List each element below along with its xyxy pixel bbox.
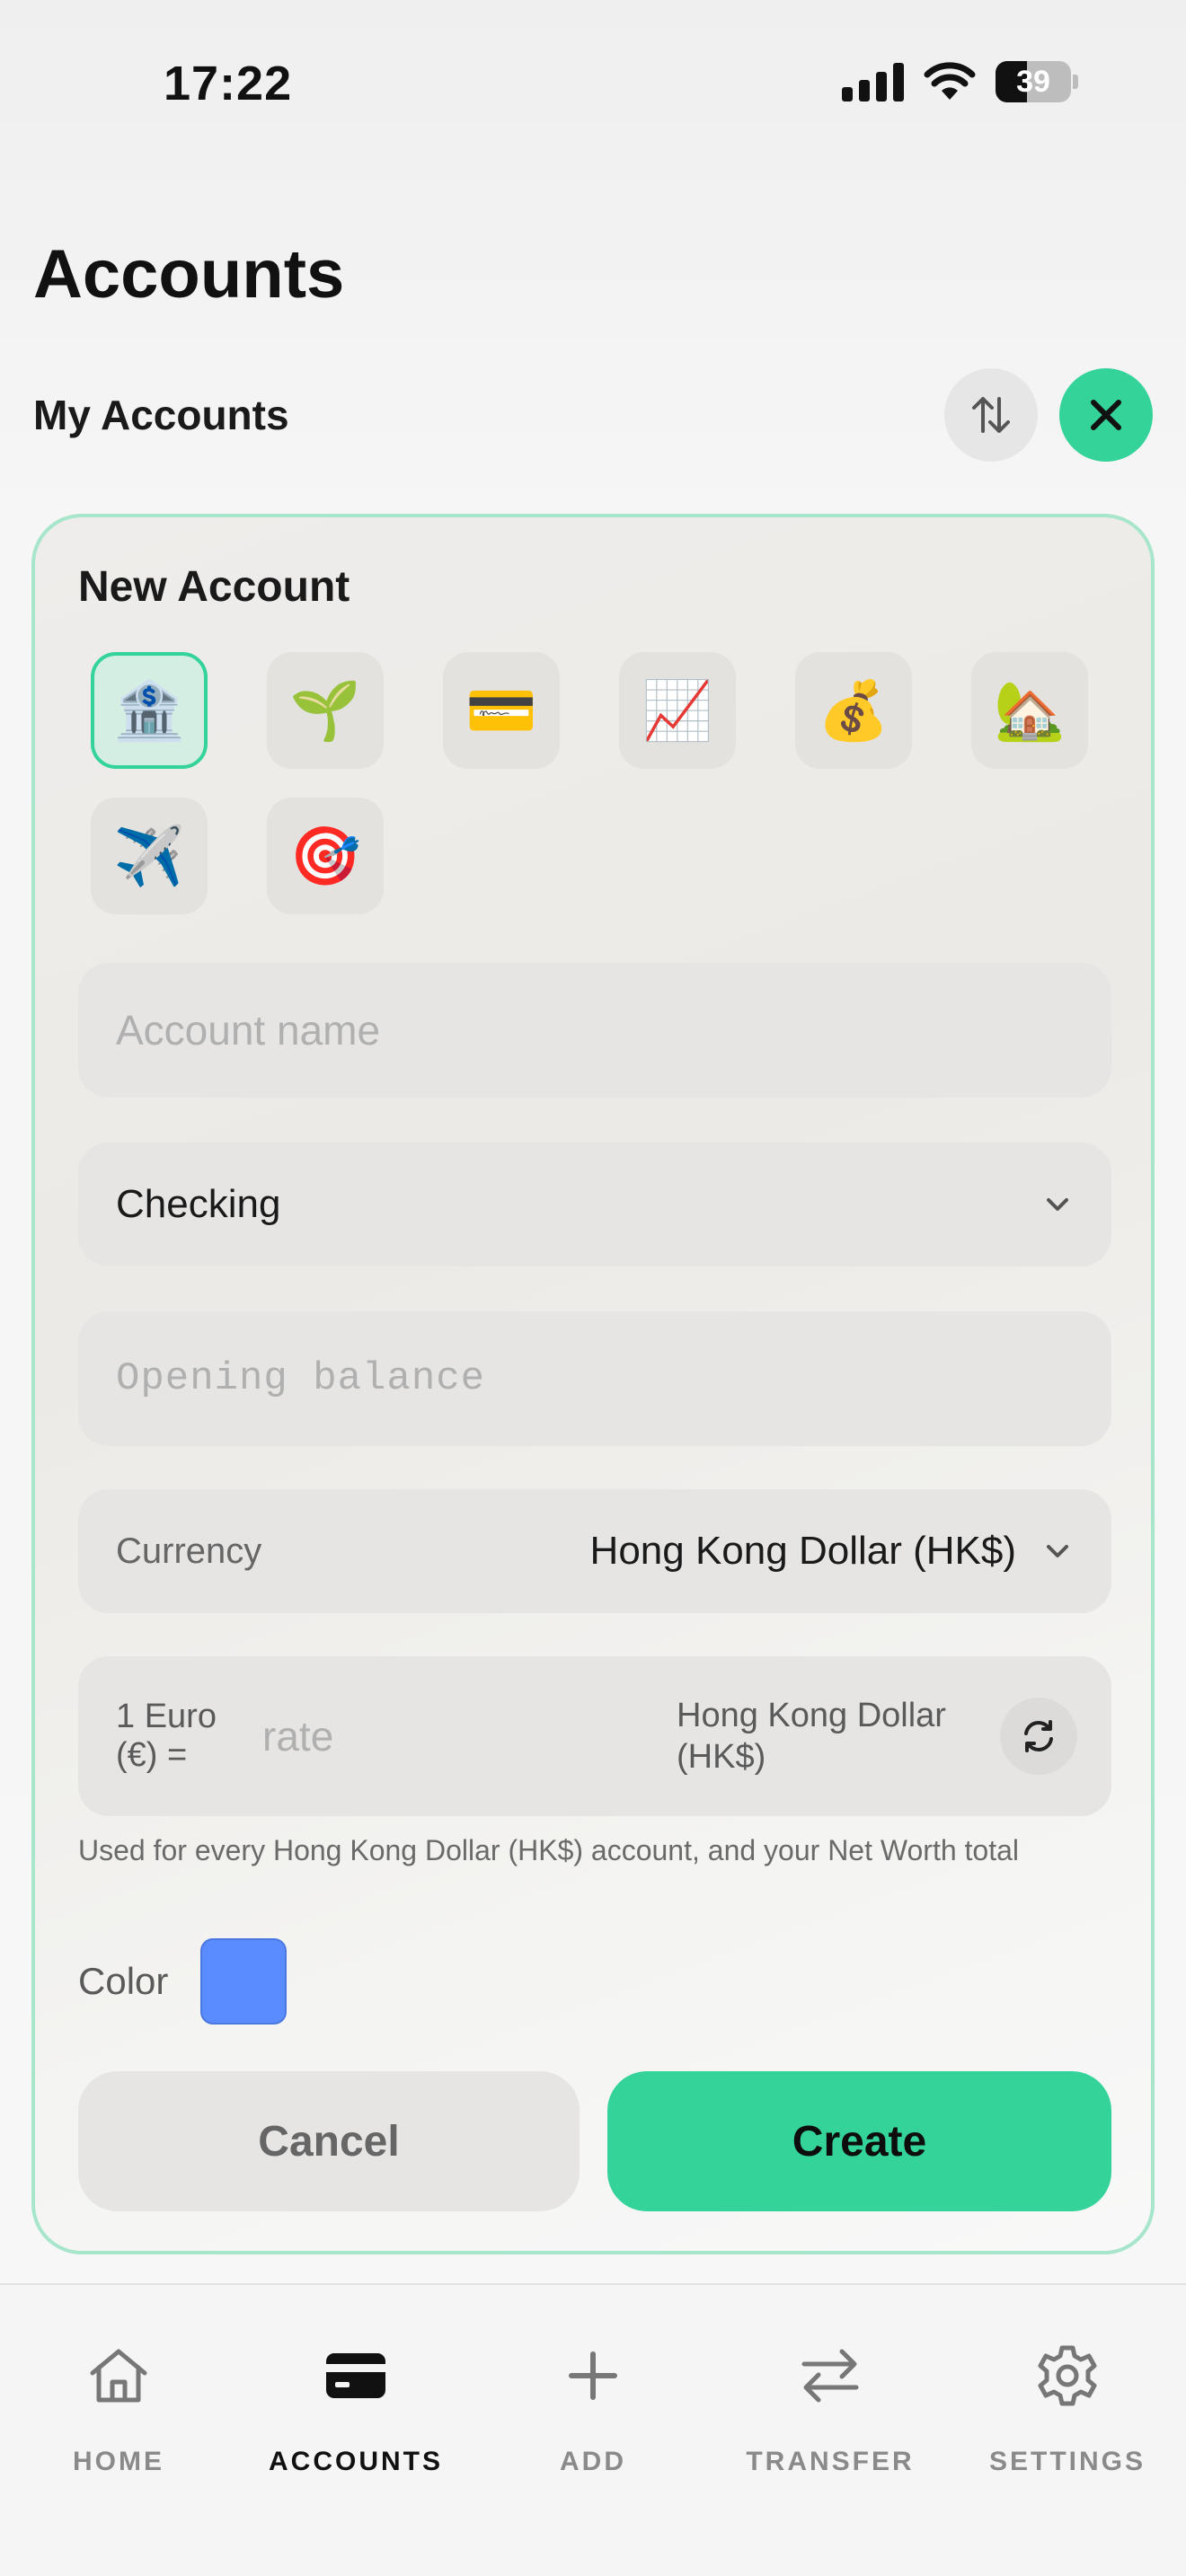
gear-icon [1027,2335,1108,2416]
account-name-input[interactable] [116,1006,1074,1054]
close-icon [1091,400,1121,430]
battery-level: 39 [1016,64,1050,99]
status-bar: 17:22 39 [0,0,1186,171]
account-icon-picker: 🏦 🌱 💳 📈 💰 🏡 ✈️ 🎯 [91,652,1124,914]
icon-option-money-bag[interactable]: 💰 [795,652,912,769]
opening-balance-field [78,1311,1111,1446]
sort-button[interactable] [944,368,1038,462]
rate-target-currency: Hong Kong Dollar (HK$) [677,1697,946,1776]
color-row: Color [78,1938,288,2025]
credit-card-icon: 💳 [465,677,537,745]
new-account-card: New Account 🏦 🌱 💳 📈 💰 🏡 ✈️ 🎯 Checking Cu… [31,514,1155,2254]
icon-option-target[interactable]: 🎯 [267,798,384,914]
cellular-signal-icon [842,62,904,101]
icon-option-bank[interactable]: 🏦 [91,652,208,769]
section-title: My Accounts [33,392,289,438]
currency-label: Currency [116,1531,262,1571]
header-actions [944,368,1153,462]
opening-balance-input[interactable] [116,1356,1074,1401]
icon-option-seedling[interactable]: 🌱 [267,652,384,769]
color-label: Color [78,1960,169,2002]
create-button[interactable]: Create [607,2071,1111,2211]
sort-arrows-icon [972,397,1010,433]
chevron-down-icon [1041,1535,1074,1567]
account-name-field [78,963,1111,1098]
currency-select[interactable]: Currency Hong Kong Dollar (HK$) [78,1489,1111,1613]
account-type-select[interactable]: Checking [78,1142,1111,1266]
refresh-icon [1024,1720,1053,1752]
currency-value: Hong Kong Dollar (HK$) [589,1529,1016,1573]
seedling-icon: 🌱 [289,677,361,745]
cancel-button[interactable]: Cancel [78,2071,580,2211]
color-swatch[interactable] [200,1938,288,2025]
icon-option-house[interactable]: 🏡 [971,652,1088,769]
tab-add[interactable]: ADD [474,2285,712,2576]
exchange-rate-field: 1 Euro (€) = Hong Kong Dollar (HK$) [78,1656,1111,1816]
rate-prefix: 1 Euro (€) = [116,1698,217,1774]
icon-option-airplane[interactable]: ✈️ [91,798,208,914]
tab-home[interactable]: HOME [0,2285,237,2576]
plus-icon [553,2335,633,2416]
tab-label-transfer: TRANSFER [746,2447,915,2476]
icon-option-credit-card[interactable]: 💳 [443,652,560,769]
account-type-value: Checking [116,1182,281,1226]
money-bag-icon: 💰 [818,677,890,745]
rate-hint-text: Used for every Hong Kong Dollar (HK$) ac… [78,1834,1020,1866]
tab-bar: HOME ACCOUNTS ADD TRANSFER SETTINGS [0,2283,1186,2576]
home-icon [78,2335,159,2416]
tab-label-add: ADD [560,2447,626,2476]
tab-accounts[interactable]: ACCOUNTS [237,2285,474,2576]
house-icon: 🏡 [994,677,1066,745]
target-icon: 🎯 [289,823,361,890]
card-title: New Account [78,563,350,611]
exchange-rate-input[interactable] [262,1712,677,1760]
chart-up-icon: 📈 [642,677,713,745]
tab-label-settings: SETTINGS [988,2447,1146,2476]
chevron-down-icon [1041,1188,1074,1221]
card-icon [315,2335,396,2416]
close-form-button[interactable] [1059,368,1153,462]
airplane-icon: ✈️ [113,823,185,890]
status-icons: 39 [842,61,1078,102]
tab-settings[interactable]: SETTINGS [949,2285,1186,2576]
wifi-icon [924,62,976,100]
icon-option-chart[interactable]: 📈 [619,652,736,769]
tab-transfer[interactable]: TRANSFER [712,2285,949,2576]
bank-icon: 🏦 [113,677,185,745]
page-title: Accounts [33,236,345,313]
transfer-arrows-icon [790,2335,871,2416]
battery-icon: 39 [996,61,1078,102]
refresh-rate-button[interactable] [1000,1698,1077,1775]
section-header: My Accounts [33,368,1153,462]
tab-label-accounts: ACCOUNTS [269,2447,443,2476]
status-time: 17:22 [164,57,293,110]
tab-label-home: HOME [73,2447,164,2476]
